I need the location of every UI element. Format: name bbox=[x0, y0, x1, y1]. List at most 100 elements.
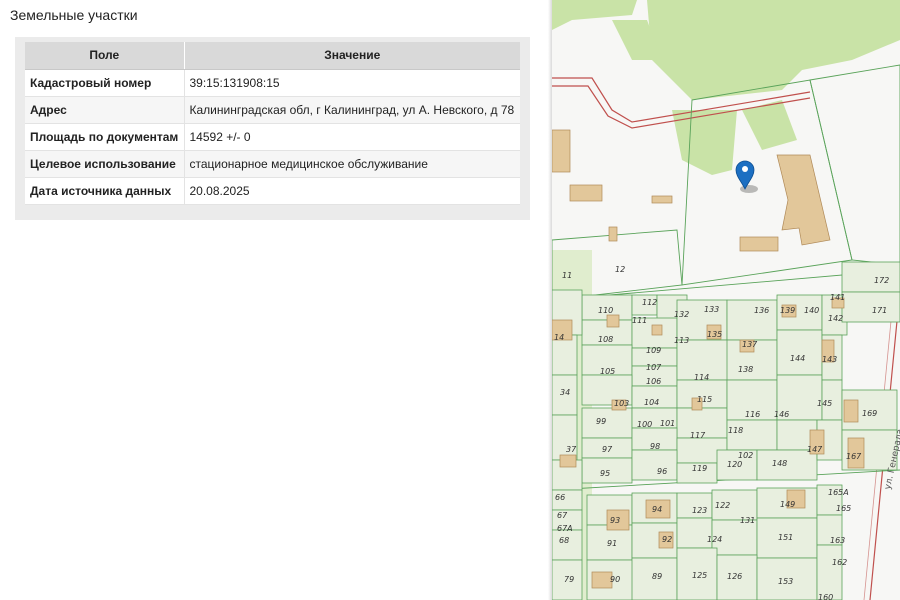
parcel-label: 114 bbox=[694, 373, 709, 382]
parcel-label: 162 bbox=[832, 558, 847, 567]
parcel-label: 98 bbox=[650, 442, 660, 451]
parcel-label: 136 bbox=[754, 306, 769, 315]
parcel-label: 11 bbox=[562, 271, 572, 280]
parcel-label: 165А bbox=[828, 488, 849, 497]
parcel-label: 171 bbox=[872, 306, 887, 315]
map-parcel bbox=[841, 291, 900, 323]
row-value-address: Калининградская обл, г Калининград, ул А… bbox=[184, 96, 520, 124]
parcel-label: 123 bbox=[692, 506, 707, 515]
parcel-label: 102 bbox=[738, 451, 753, 460]
column-header-value: Значение bbox=[184, 42, 520, 70]
parcel-label: 135 bbox=[707, 330, 722, 339]
parcel-label: 108 bbox=[598, 335, 613, 344]
parcel-label: 119 bbox=[692, 464, 707, 473]
parcel-label: 115 bbox=[697, 395, 712, 404]
row-field-cadastral-number: Кадастровый номер bbox=[25, 69, 185, 97]
parcel-label: 67 bbox=[557, 511, 568, 520]
parcel-label: 101 bbox=[660, 419, 675, 428]
parcel-label: 66 bbox=[555, 493, 565, 502]
parcel-label: 100 bbox=[637, 420, 652, 429]
parcel-label: 112 bbox=[642, 298, 657, 307]
parcel-label: 146 bbox=[774, 410, 789, 419]
table-header-row: Поле Значение bbox=[25, 42, 520, 70]
parcel-label: 142 bbox=[828, 314, 843, 323]
parcel-label: 120 bbox=[727, 460, 742, 469]
parcel-label: 122 bbox=[715, 501, 730, 510]
parcel-label: 132 bbox=[674, 310, 689, 319]
parcel-label: 143 bbox=[822, 355, 837, 364]
parcel-label: 105 bbox=[600, 367, 615, 376]
parcel-label: 14 bbox=[554, 333, 564, 342]
parcel-label: 169 bbox=[862, 409, 877, 418]
parcel-label: 89 bbox=[652, 572, 662, 581]
parcel-label: 131 bbox=[740, 516, 755, 525]
row-value-cadastral-number: 39:15:131908:15 bbox=[184, 69, 520, 97]
info-panel: Земельные участки Поле Значение Кадастро… bbox=[0, 0, 552, 600]
parcel-label: 137 bbox=[742, 340, 758, 349]
row-value-purpose: стационарное медицинское обслуживание bbox=[184, 150, 520, 178]
parcel-label: 140 bbox=[804, 306, 819, 315]
parcel-info-table: Поле Значение Кадастровый номер 39:15:13… bbox=[25, 42, 520, 205]
parcel-label: 116 bbox=[745, 410, 760, 419]
table-row: Целевое использование стационарное медиц… bbox=[25, 150, 520, 178]
map-parcel bbox=[581, 407, 633, 439]
parcel-label: 91 bbox=[607, 539, 617, 548]
parcel-label: 144 bbox=[790, 354, 805, 363]
parcel-label: 93 bbox=[610, 516, 620, 525]
map-parcel bbox=[552, 529, 583, 561]
parcel-label: 12 bbox=[615, 265, 625, 274]
table-row: Кадастровый номер 39:15:131908:15 bbox=[25, 69, 520, 97]
parcel-label: 151 bbox=[778, 533, 793, 542]
map-parcel bbox=[631, 449, 678, 481]
parcel-label: 34 bbox=[560, 388, 570, 397]
parcel-label: 160 bbox=[818, 593, 833, 600]
parcel-label: 37 bbox=[566, 445, 577, 454]
row-field-source-date: Дата источника данных bbox=[25, 177, 185, 205]
map-pin-icon[interactable] bbox=[735, 160, 758, 193]
parcel-label: 68 bbox=[559, 536, 569, 545]
parcel-label: 117 bbox=[690, 431, 706, 440]
cadastral-map[interactable]: 11 12 14 34 37 66 67 67А 68 79 90 89 91 93 94 92 95 96 97 9… bbox=[552, 0, 900, 600]
parcel-label: 163 bbox=[830, 536, 845, 545]
parcel-label: 92 bbox=[662, 535, 672, 544]
parcel-label: 106 bbox=[646, 377, 661, 386]
parcel-label: 124 bbox=[707, 535, 722, 544]
parcel-label: 109 bbox=[646, 346, 661, 355]
parcel-label: 133 bbox=[704, 305, 719, 314]
parcel-label: 110 bbox=[598, 306, 613, 315]
parcel-label: 167 bbox=[846, 452, 862, 461]
cadastral-map-canvas[interactable]: 11 12 14 34 37 66 67 67А 68 79 90 89 91 93 94 92 95 96 97 9… bbox=[552, 0, 900, 600]
parcel-label: 172 bbox=[874, 276, 889, 285]
parcel-label: 141 bbox=[830, 293, 845, 302]
parcel-label: 90 bbox=[610, 575, 620, 584]
parcel-label: 79 bbox=[564, 575, 574, 584]
parcel-label: 103 bbox=[614, 399, 629, 408]
row-value-source-date: 20.08.2025 bbox=[184, 177, 520, 205]
table-row: Площадь по документам 14592 +/- 0 bbox=[25, 123, 520, 151]
parcel-label: 148 bbox=[772, 459, 787, 468]
parcel-label: 138 bbox=[738, 365, 753, 374]
map-parcel bbox=[816, 544, 843, 600]
parcel-label: 147 bbox=[807, 445, 823, 454]
map-parcel bbox=[776, 329, 823, 376]
row-field-address: Адрес bbox=[25, 96, 185, 124]
parcel-label: 165 bbox=[836, 504, 851, 513]
parcel-info-table-container: Поле Значение Кадастровый номер 39:15:13… bbox=[15, 37, 530, 220]
parcel-label: 125 bbox=[692, 571, 707, 580]
panel-title: Земельные участки bbox=[10, 7, 138, 23]
parcel-label: 95 bbox=[600, 469, 610, 478]
parcel-label: 126 bbox=[727, 572, 742, 581]
parcel-label: 149 bbox=[780, 500, 795, 509]
column-header-field: Поле bbox=[25, 42, 185, 70]
parcel-label: 99 bbox=[596, 417, 606, 426]
table-row: Адрес Калининградская обл, г Калининград… bbox=[25, 96, 520, 124]
table-row: Дата источника данных 20.08.2025 bbox=[25, 177, 520, 205]
row-value-area: 14592 +/- 0 bbox=[184, 123, 520, 151]
row-field-area: Площадь по документам bbox=[25, 123, 185, 151]
parcel-label: 67А bbox=[557, 524, 573, 533]
parcel-label: 96 bbox=[657, 467, 667, 476]
parcel-label: 111 bbox=[632, 316, 647, 325]
parcel-label: 113 bbox=[674, 336, 689, 345]
map-parcel bbox=[726, 419, 778, 451]
parcel-label: 104 bbox=[644, 398, 659, 407]
